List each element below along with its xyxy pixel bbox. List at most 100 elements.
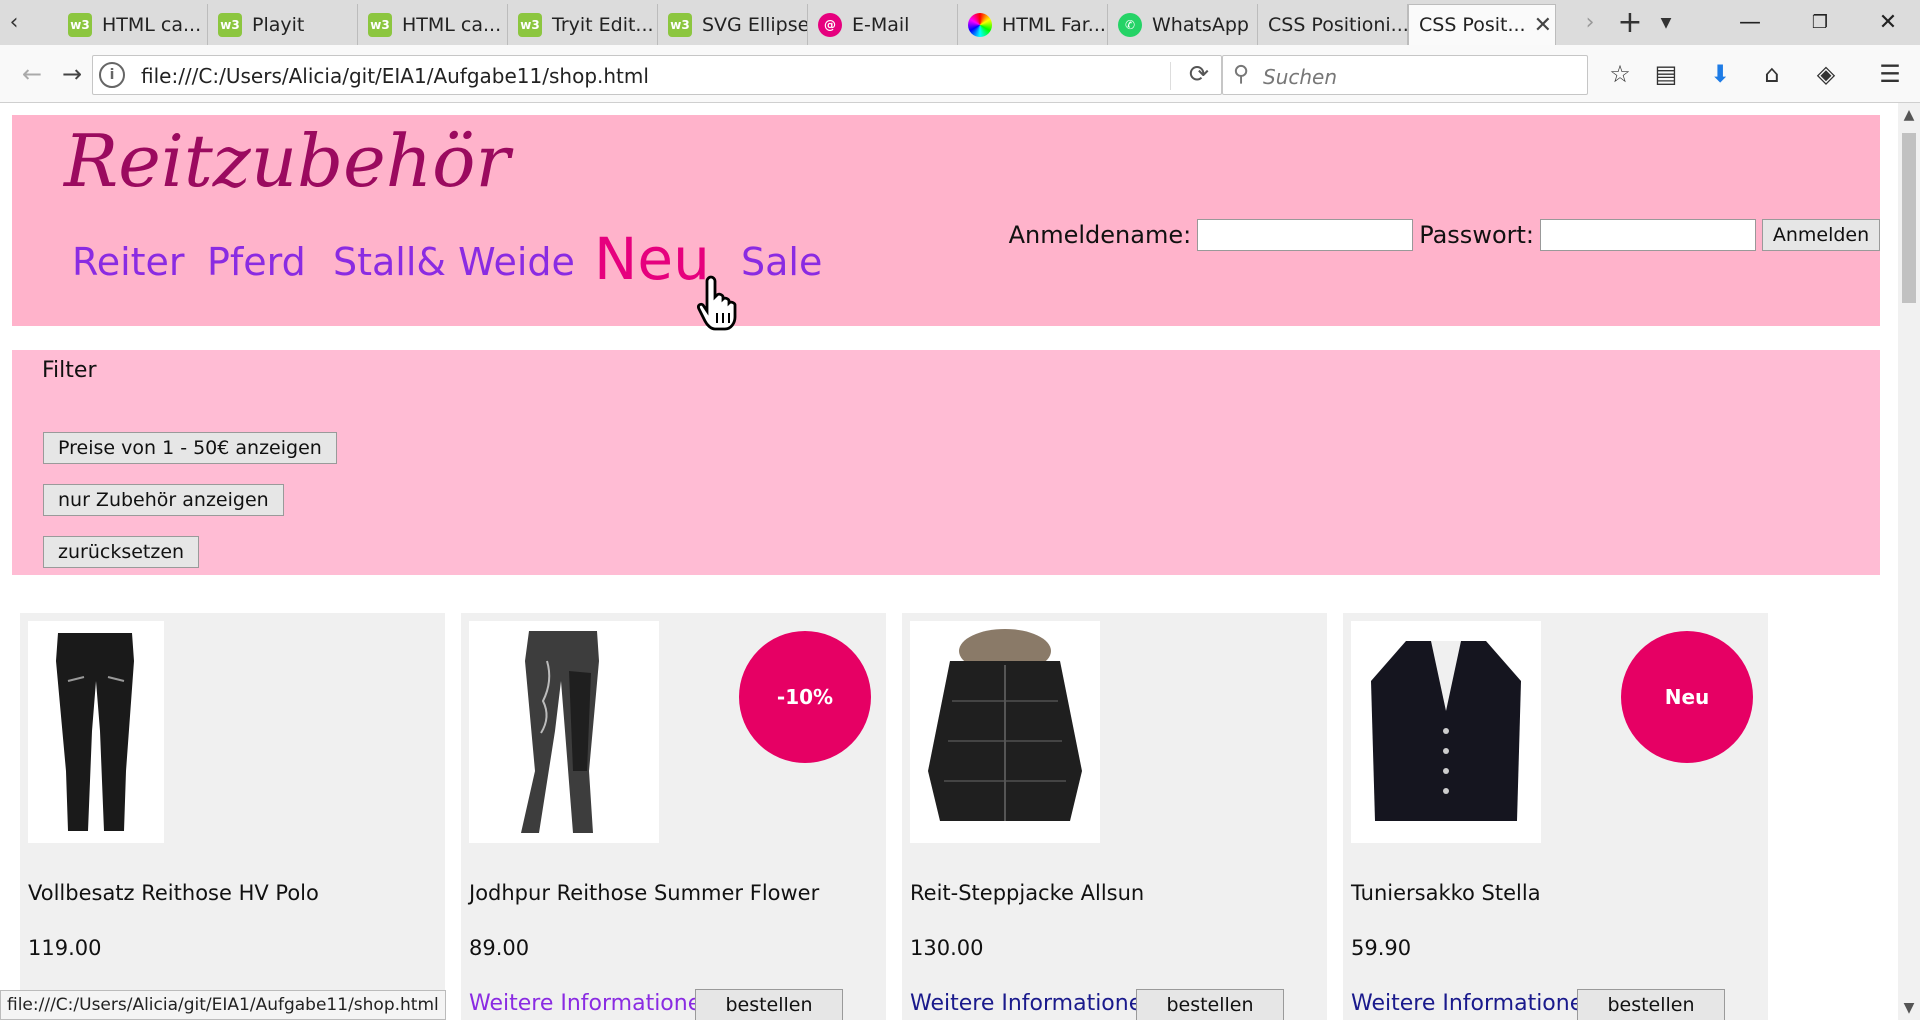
tab-label: CSS Posit... [1419, 14, 1526, 36]
pocket-icon[interactable]: ◈ [1804, 45, 1848, 103]
login-form: Anmeldename: Passwort: Anmelden [1009, 219, 1880, 251]
w3-icon: w3 [668, 12, 692, 37]
breeches-icon[interactable] [469, 621, 659, 843]
w3-icon: w3 [68, 12, 92, 37]
w3-icon: w3 [368, 12, 392, 37]
page-content: Reitzubehör Reiter Pferd Stall& Weide Ne… [0, 103, 1898, 1020]
hand-cursor-icon [697, 275, 737, 331]
reading-list-icon[interactable]: ▤ [1644, 45, 1688, 103]
product-price: 59.90 [1351, 936, 1412, 960]
tab-label: HTML ca... [102, 13, 202, 36]
breeches-icon[interactable] [28, 621, 164, 843]
nav-link-sale[interactable]: Sale [741, 240, 822, 284]
order-button[interactable]: bestellen [695, 989, 843, 1020]
download-icon[interactable]: ⬇ [1698, 45, 1742, 103]
status-bar: file:///C:/Users/Alicia/git/EIA1/Aufgabe… [0, 990, 446, 1020]
tab-label: Tryit Edit... [552, 13, 654, 36]
product-card: Neu Tuniersakko Stella 59.90 Weitere Inf… [1343, 613, 1768, 1020]
jacket-icon[interactable] [910, 621, 1100, 843]
url-text[interactable]: file:///C:/Users/Alicia/git/EIA1/Aufgabe… [141, 64, 649, 88]
home-icon[interactable]: ⌂ [1750, 45, 1794, 103]
navigation-toolbar: ← → i file:///C:/Users/Alicia/git/EIA1/A… [0, 45, 1920, 103]
url-separator [1170, 62, 1171, 90]
filter-title: Filter [42, 358, 97, 383]
w3-icon: w3 [218, 12, 242, 37]
scrollbar-thumb[interactable] [1902, 133, 1916, 303]
nav-link-pferd[interactable]: Pferd [207, 240, 306, 284]
browser-tab[interactable]: @ E-Mail [808, 4, 958, 45]
product-price: 119.00 [28, 936, 102, 960]
close-tab-icon[interactable]: ✕ [1526, 13, 1552, 38]
more-info-link[interactable]: Weitere Informationen [469, 991, 715, 1016]
username-field[interactable] [1197, 219, 1414, 251]
site-title: Reitzubehör [64, 119, 510, 203]
product-price: 89.00 [469, 936, 530, 960]
browser-tab[interactable]: ✆ WhatsApp [1108, 4, 1258, 45]
color-wheel-icon [968, 12, 992, 37]
browser-tab[interactable]: w3 Tryit Edit... [508, 4, 658, 45]
login-button[interactable]: Anmelden [1762, 219, 1880, 251]
tab-scroll-right-icon[interactable]: › [1576, 0, 1604, 45]
tab-label: E-Mail [852, 13, 910, 36]
site-header: Reitzubehör Reiter Pferd Stall& Weide Ne… [12, 115, 1880, 331]
url-bar[interactable]: i file:///C:/Users/Alicia/git/EIA1/Aufga… [92, 55, 1222, 95]
browser-tab[interactable]: HTML Far... [958, 4, 1108, 45]
bookmark-star-icon[interactable]: ☆ [1598, 45, 1642, 103]
tab-label: WhatsApp [1152, 13, 1249, 36]
nav-link-reiter[interactable]: Reiter [72, 240, 185, 284]
close-window-icon[interactable]: ✕ [1858, 0, 1918, 45]
tab-label: HTML Far... [1002, 13, 1106, 36]
password-label: Passwort: [1419, 221, 1534, 249]
w3-icon: w3 [518, 12, 542, 37]
scroll-down-icon[interactable]: ▼ [1898, 1000, 1920, 1016]
product-name: Tuniersakko Stella [1351, 881, 1541, 905]
page-scrollbar[interactable]: ▲ ▼ [1898, 103, 1920, 1020]
info-icon[interactable]: i [99, 62, 125, 88]
product-name: Jodhpur Reithose Summer Flower [469, 881, 820, 905]
order-button[interactable]: bestellen [1577, 989, 1725, 1020]
browser-tab[interactable]: CSS Posit... ✕ [1408, 4, 1556, 45]
new-tab-icon[interactable]: + [1616, 0, 1644, 45]
search-placeholder: Suchen [1263, 65, 1338, 89]
product-card: -10% Jodhpur Reithose Summer Flower 89.0… [461, 613, 886, 1020]
menu-icon[interactable]: ☰ [1868, 45, 1912, 103]
nav-link-neu[interactable]: Neu [594, 225, 710, 293]
tab-label: CSS Positioni... [1268, 13, 1408, 36]
tab-scroll-left-icon[interactable]: ‹ [0, 0, 28, 45]
blazer-icon[interactable] [1351, 621, 1541, 843]
browser-tab[interactable]: w3 Playit [208, 4, 358, 45]
restore-icon[interactable]: ❐ [1790, 0, 1850, 45]
nav-link-stall-weide[interactable]: Stall& Weide [333, 240, 575, 284]
filter-panel: Filter Preise von 1 - 50€ anzeigen nur Z… [12, 350, 1880, 575]
username-label: Anmeldename: [1008, 221, 1192, 249]
tab-label: Playit [252, 13, 305, 36]
discount-badge: -10% [739, 631, 871, 763]
product-name: Reit-Steppjacke Allsun [910, 881, 1145, 905]
reload-icon[interactable]: ⟳ [1189, 60, 1209, 88]
more-info-link[interactable]: Weitere Informationen [1351, 991, 1597, 1016]
tab-label: SVG Ellipse [702, 13, 808, 36]
product-name: Vollbesatz Reithose HV Polo [28, 881, 319, 905]
tab-list-icon[interactable]: ▼ [1652, 0, 1680, 45]
filter-price-button[interactable]: Preise von 1 - 50€ anzeigen [43, 432, 337, 464]
order-button[interactable]: bestellen [1136, 989, 1284, 1020]
filter-reset-button[interactable]: zurücksetzen [43, 536, 200, 568]
browser-tab[interactable]: w3 SVG Ellipse [658, 4, 808, 45]
tab-label: HTML ca... [402, 13, 502, 36]
product-card: Reit-Steppjacke Allsun 130.00 Weitere In… [902, 613, 1327, 1020]
search-input[interactable]: ⚲ Suchen [1222, 55, 1588, 95]
more-info-link[interactable]: Weitere Informationen [910, 991, 1156, 1016]
forward-icon[interactable]: → [54, 45, 90, 103]
at-icon: @ [818, 12, 842, 37]
browser-tab[interactable]: CSS Positioni... [1258, 4, 1408, 45]
back-icon[interactable]: ← [14, 45, 50, 103]
minimize-icon[interactable]: — [1720, 0, 1780, 45]
product-price: 130.00 [910, 936, 984, 960]
browser-tab[interactable]: w3 HTML ca... [58, 4, 208, 45]
new-badge: Neu [1621, 631, 1753, 763]
password-field[interactable] [1540, 219, 1756, 251]
browser-tab[interactable]: w3 HTML ca... [358, 4, 508, 45]
search-icon: ⚲ [1233, 62, 1250, 87]
scroll-up-icon[interactable]: ▲ [1898, 107, 1920, 123]
filter-accessories-button[interactable]: nur Zubehör anzeigen [43, 484, 284, 516]
